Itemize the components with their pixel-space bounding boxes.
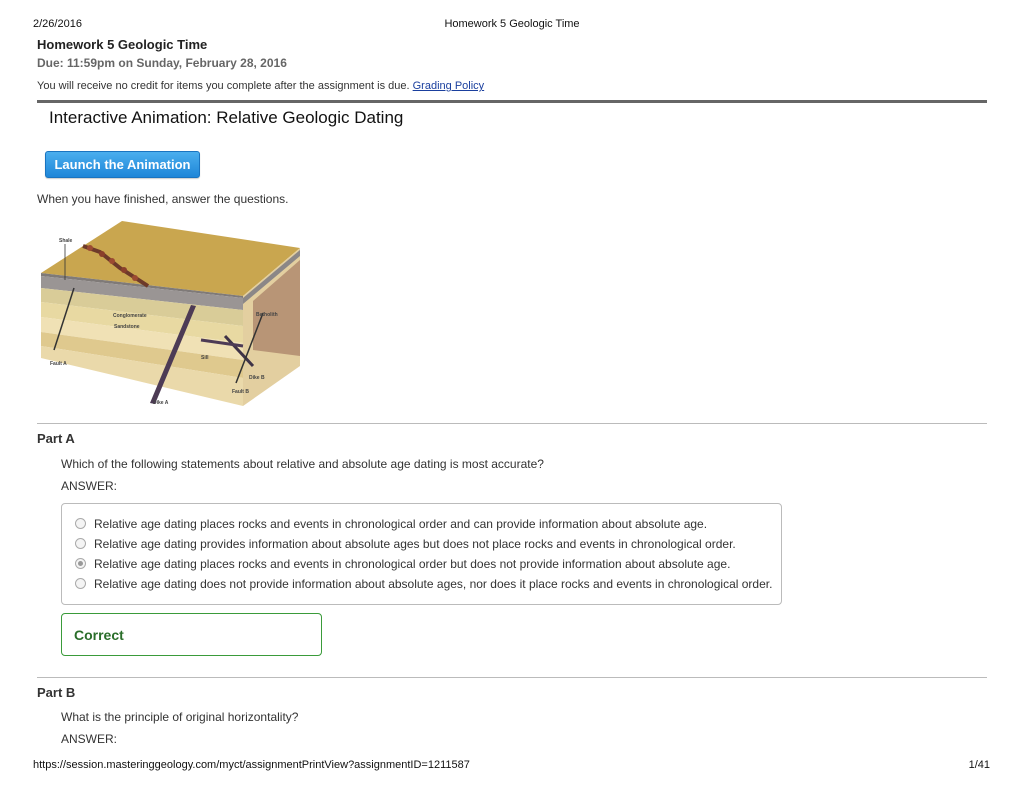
part-b-divider [37,677,987,678]
choice-text: Relative age dating places rocks and eve… [94,517,708,531]
label-batholith: Batholith [256,312,278,318]
part-b-question: What is the principle of original horizo… [61,710,299,724]
feedback-box: Correct [61,613,322,656]
assignment-title: Homework 5 Geologic Time [37,37,208,52]
print-footer-url: https://session.masteringgeology.com/myc… [33,759,470,771]
part-a-question: Which of the following statements about … [61,457,544,471]
label-sandstone: Sandstone [114,324,140,330]
choice-text: Relative age dating does not provide inf… [94,577,773,591]
part-b-label: Part B [37,685,76,700]
choice-option[interactable]: Relative age dating places rocks and eve… [75,557,730,571]
label-dike-a: Dike A [153,400,169,406]
label-shale: Shale [59,238,73,244]
header-divider [37,100,987,103]
instruction-text: When you have finished, answer the quest… [37,192,289,206]
due-date: Due: 11:59pm on Sunday, February 28, 201… [37,56,287,70]
label-dike-b: Dike B [249,375,265,381]
launch-animation-button[interactable]: Launch the Animation [45,151,200,178]
radio-button[interactable] [75,538,86,550]
credit-notice-text: You will receive no credit for items you… [37,80,410,92]
choice-option[interactable]: Relative age dating provides information… [75,537,736,551]
grading-policy-link[interactable]: Grading Policy [413,80,485,92]
section-title: Interactive Animation: Relative Geologic… [49,108,404,127]
print-header-title: Homework 5 Geologic Time [444,18,580,30]
label-fault-a: Fault A [50,361,67,367]
radio-button[interactable] [75,518,86,530]
print-page-number: 1/41 [968,759,990,771]
part-a-answer-label: ANSWER: [61,479,118,493]
part-a-choices: Relative age dating places rocks and eve… [61,503,782,605]
radio-button-selected[interactable] [75,558,86,570]
part-a-divider [37,423,987,424]
geologic-block-diagram: Shale Conglomerate Sandstone Batholith S… [41,221,300,406]
choice-text: Relative age dating provides information… [94,537,736,551]
label-fault-b: Fault B [232,389,249,395]
credit-notice: You will receive no credit for items you… [37,80,484,92]
label-conglomerate: Conglomerate [113,313,147,319]
feedback-text: Correct [74,627,124,643]
label-sill: Sill [201,355,209,361]
choice-text: Relative age dating places rocks and eve… [94,557,731,571]
part-b-answer-label: ANSWER: [61,732,118,746]
choice-option[interactable]: Relative age dating does not provide inf… [75,577,772,591]
choice-option[interactable]: Relative age dating places rocks and eve… [75,517,707,531]
part-a-label: Part A [37,431,75,446]
radio-button[interactable] [75,578,86,590]
